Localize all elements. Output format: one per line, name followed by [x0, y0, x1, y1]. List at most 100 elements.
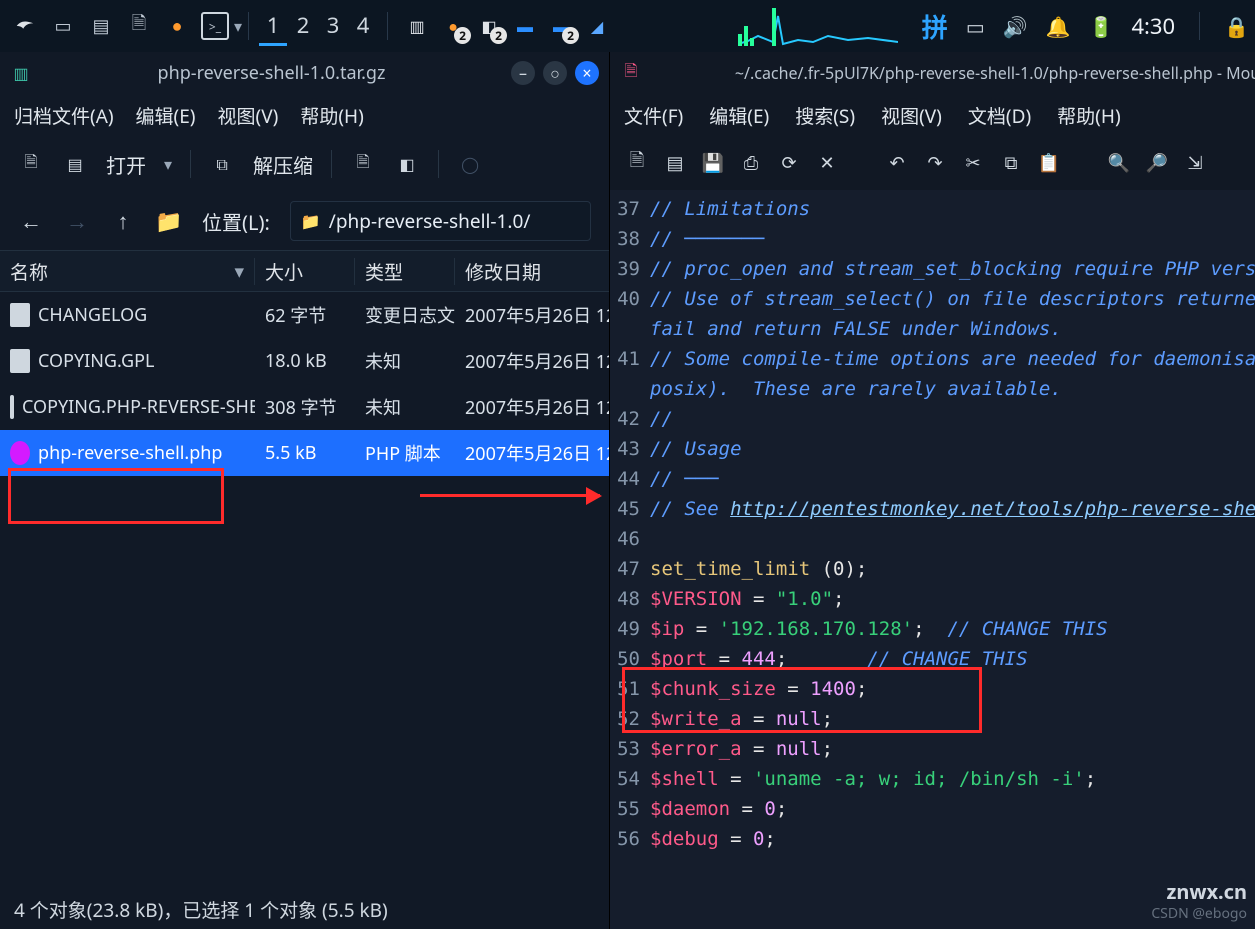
location-input[interactable]: 📁 /php-reverse-shell-1.0/: [290, 201, 591, 241]
kali-menu-icon[interactable]: [11, 12, 39, 40]
reload-icon[interactable]: ⟳: [778, 152, 800, 174]
menu-view[interactable]: 视图(V): [218, 102, 279, 129]
notifications-icon[interactable]: 🔔: [1046, 13, 1071, 40]
menu-help[interactable]: 帮助(H): [300, 102, 363, 129]
archive-toolbar: 🗎 ▤ 打开 ▾ ⧉ 解压缩 🗎 ◧ ◯: [0, 136, 609, 192]
paste-icon[interactable]: 📋: [1038, 152, 1060, 174]
archive-app-icon: ▥: [10, 62, 32, 84]
archive-menubar: 归档文件(A) 编辑(E) 视图(V) 帮助(H): [0, 94, 609, 136]
new-file-icon[interactable]: 🗎: [626, 152, 648, 174]
menu-document[interactable]: 文档(D): [968, 102, 1031, 129]
open-apps: ▥ ●2 ◧2 ▬ ▬2 ◢: [402, 11, 612, 41]
save-icon[interactable]: 💾: [702, 152, 724, 174]
file-icon: [10, 395, 14, 419]
workspace-switcher[interactable]: 1 2 3 4: [259, 6, 377, 46]
home-folder-icon[interactable]: 📁: [156, 208, 182, 234]
close-button[interactable]: ×: [575, 61, 599, 85]
forward-icon[interactable]: →: [64, 208, 90, 234]
app-folder[interactable]: ▬: [510, 11, 540, 41]
editor-window: 🗎 ~/.cache/.fr-5pUl7K/php-reverse-shell-…: [610, 52, 1255, 929]
separator: [248, 12, 249, 40]
app-firefox[interactable]: ●2: [438, 11, 468, 41]
add-folder-icon[interactable]: ◧: [394, 151, 420, 177]
files-icon[interactable]: ▭: [49, 12, 77, 40]
file-row[interactable]: COPYING.GPL 18.0 kB 未知 2007年5月26日 12:…: [0, 338, 609, 384]
watermark-author: CSDN @ebogo: [1151, 904, 1247, 923]
open-label[interactable]: 打开: [106, 150, 146, 179]
folder-icon: 📁: [301, 210, 321, 232]
copy-icon[interactable]: ⧉: [1000, 152, 1022, 174]
open-archive-icon[interactable]: ▤: [62, 151, 88, 177]
document-icon[interactable]: 🗎: [125, 12, 153, 40]
menu-edit[interactable]: 编辑(E): [709, 102, 769, 129]
extract-icon[interactable]: ⧉: [209, 151, 235, 177]
minimize-button[interactable]: –: [511, 61, 535, 85]
workspace-4[interactable]: 4: [349, 6, 377, 46]
menu-view[interactable]: 视图(V): [881, 102, 942, 129]
file-list[interactable]: CHANGELOG 62 字节 变更日志文档 2007年5月26日 12:… C…: [0, 292, 609, 889]
editor-title: ~/.cache/.fr-5pUl7K/php-reverse-shell-1.…: [642, 62, 1255, 84]
new-archive-icon[interactable]: 🗎: [18, 151, 44, 177]
close-file-icon[interactable]: ✕: [816, 152, 838, 174]
col-name[interactable]: 名称▾: [0, 258, 255, 285]
save-as-icon[interactable]: ⎙: [740, 152, 762, 174]
open-file-icon[interactable]: ▤: [664, 152, 686, 174]
editor-menubar: 文件(F) 编辑(E) 搜索(S) 视图(V) 文档(D) 帮助(H): [610, 94, 1255, 136]
file-manager-icon[interactable]: ▤: [87, 12, 115, 40]
app-folder2[interactable]: ▬2: [546, 11, 576, 41]
ime-indicator[interactable]: 拼: [922, 8, 948, 45]
volume-icon[interactable]: 🔊: [1003, 13, 1028, 40]
location-path: /php-reverse-shell-1.0/: [329, 208, 531, 234]
menu-file[interactable]: 文件(F): [624, 102, 683, 129]
archive-location-bar: ← → ↑ 📁 位置(L): 📁 /php-reverse-shell-1.0/: [0, 192, 609, 250]
menu-edit[interactable]: 编辑(E): [136, 102, 196, 129]
display-icon[interactable]: ▭: [966, 13, 985, 40]
taskbar: ▭ ▤ 🗎 ● >_ ▾ 1 2 3 4 ▥ ●2 ◧2 ▬ ▬2 ◢ 拼 ▭ …: [0, 0, 1255, 52]
archive-window: ▥ php-reverse-shell-1.0.tar.gz – ○ × 归档文…: [0, 52, 610, 929]
mousepad-app-icon: 🗎: [620, 62, 642, 84]
back-icon[interactable]: ←: [18, 208, 44, 234]
file-row-selected[interactable]: php-reverse-shell.php 5.5 kB PHP 脚本 2007…: [0, 430, 609, 476]
app-wireshark[interactable]: ◢: [582, 11, 612, 41]
file-row[interactable]: COPYING.PHP-REVERSE-SHELL 308 字节 未知 2007…: [0, 384, 609, 430]
file-icon: [10, 303, 30, 327]
divider: [331, 150, 332, 178]
maximize-button[interactable]: ○: [543, 61, 567, 85]
col-size[interactable]: 大小: [255, 258, 355, 285]
firefox-icon[interactable]: ●: [163, 12, 191, 40]
file-icon: [10, 349, 30, 373]
add-file-icon[interactable]: 🗎: [350, 151, 376, 177]
menu-archive-file[interactable]: 归档文件(A): [14, 102, 114, 129]
php-file-icon: [10, 441, 30, 465]
workspace-2[interactable]: 2: [289, 6, 317, 46]
lock-icon[interactable]: 🔒: [1224, 13, 1249, 40]
replace-icon[interactable]: 🔎: [1146, 152, 1168, 174]
cpu-graph: [738, 6, 898, 46]
code-area[interactable]: 37// Limitations 38// ─────── 39// proc_…: [610, 190, 1255, 929]
col-type[interactable]: 类型: [355, 258, 455, 285]
col-date[interactable]: 修改日期: [455, 258, 609, 285]
file-row[interactable]: CHANGELOG 62 字节 变更日志文档 2007年5月26日 12:…: [0, 292, 609, 338]
app-archive[interactable]: ▥: [402, 11, 432, 41]
clock[interactable]: 4:30: [1131, 11, 1175, 41]
workspace-3[interactable]: 3: [319, 6, 347, 46]
workspace-1[interactable]: 1: [259, 6, 287, 46]
search-icon[interactable]: 🔍: [1108, 152, 1130, 174]
extract-label[interactable]: 解压缩: [253, 150, 313, 179]
goto-icon[interactable]: ⇲: [1184, 152, 1206, 174]
terminal-icon[interactable]: >_: [201, 12, 229, 40]
watermark-site: znwx.cn: [1167, 878, 1247, 905]
archive-titlebar[interactable]: ▥ php-reverse-shell-1.0.tar.gz – ○ ×: [0, 52, 609, 94]
editor-titlebar[interactable]: 🗎 ~/.cache/.fr-5pUl7K/php-reverse-shell-…: [610, 52, 1255, 94]
divider: [438, 150, 439, 178]
menu-search[interactable]: 搜索(S): [795, 102, 855, 129]
redo-icon[interactable]: ↷: [924, 152, 946, 174]
app-terminal[interactable]: ◧2: [474, 11, 504, 41]
location-label: 位置(L):: [202, 207, 270, 236]
separator: [387, 12, 388, 40]
menu-help[interactable]: 帮助(H): [1057, 102, 1120, 129]
up-icon[interactable]: ↑: [110, 208, 136, 234]
undo-icon[interactable]: ↶: [886, 152, 908, 174]
cut-icon[interactable]: ✂: [962, 152, 984, 174]
battery-icon[interactable]: 🔋: [1089, 13, 1114, 40]
